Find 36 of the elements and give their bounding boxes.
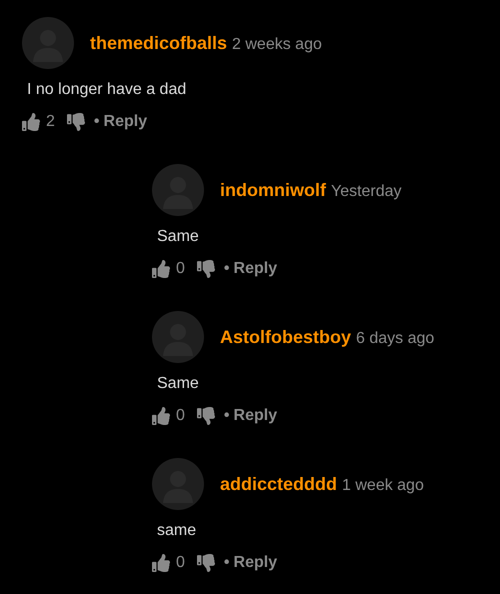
thumbs-down-icon[interactable]: [66, 113, 85, 131]
avatar: [22, 17, 74, 69]
like-count: 0: [176, 260, 185, 278]
thumbs-up-icon[interactable]: [152, 554, 170, 572]
username[interactable]: themedicofballs: [90, 32, 228, 52]
timestamp: 2 weeks ago: [232, 36, 322, 52]
comment-text: same: [157, 521, 198, 541]
reply-link[interactable]: Reply: [234, 260, 278, 278]
reply-link[interactable]: Reply: [234, 407, 278, 425]
comment-text: Same: [157, 374, 200, 394]
thumbs-up-icon[interactable]: [152, 407, 170, 425]
comment-text: Same: [157, 227, 200, 247]
avatar: [152, 458, 204, 510]
avatar: [152, 164, 204, 216]
username[interactable]: addicctedddd: [220, 474, 338, 494]
username[interactable]: indomniwolf: [220, 180, 326, 200]
like-count: 0: [176, 407, 185, 425]
like-count: 0: [176, 554, 185, 572]
thumbs-up-icon[interactable]: [152, 260, 170, 278]
avatar: [152, 311, 204, 363]
thumbs-down-icon[interactable]: [196, 407, 215, 425]
separator: •: [224, 554, 230, 572]
reply-link[interactable]: Reply: [104, 113, 148, 131]
username[interactable]: Astolfobestboy: [220, 326, 352, 346]
timestamp: Yesterday: [330, 182, 402, 200]
like-count: 2: [46, 113, 55, 131]
reply-link[interactable]: Reply: [234, 554, 278, 572]
separator: •: [224, 407, 230, 425]
thumbs-down-icon[interactable]: [196, 260, 215, 278]
thumbs-up-icon[interactable]: [22, 113, 40, 131]
separator: •: [94, 113, 100, 131]
timestamp: 6 days ago: [356, 330, 434, 346]
separator: •: [224, 260, 230, 278]
comment-text: I no longer have a dad: [27, 80, 188, 100]
timestamp: 1 week ago: [342, 476, 424, 494]
thumbs-down-icon[interactable]: [196, 554, 215, 572]
